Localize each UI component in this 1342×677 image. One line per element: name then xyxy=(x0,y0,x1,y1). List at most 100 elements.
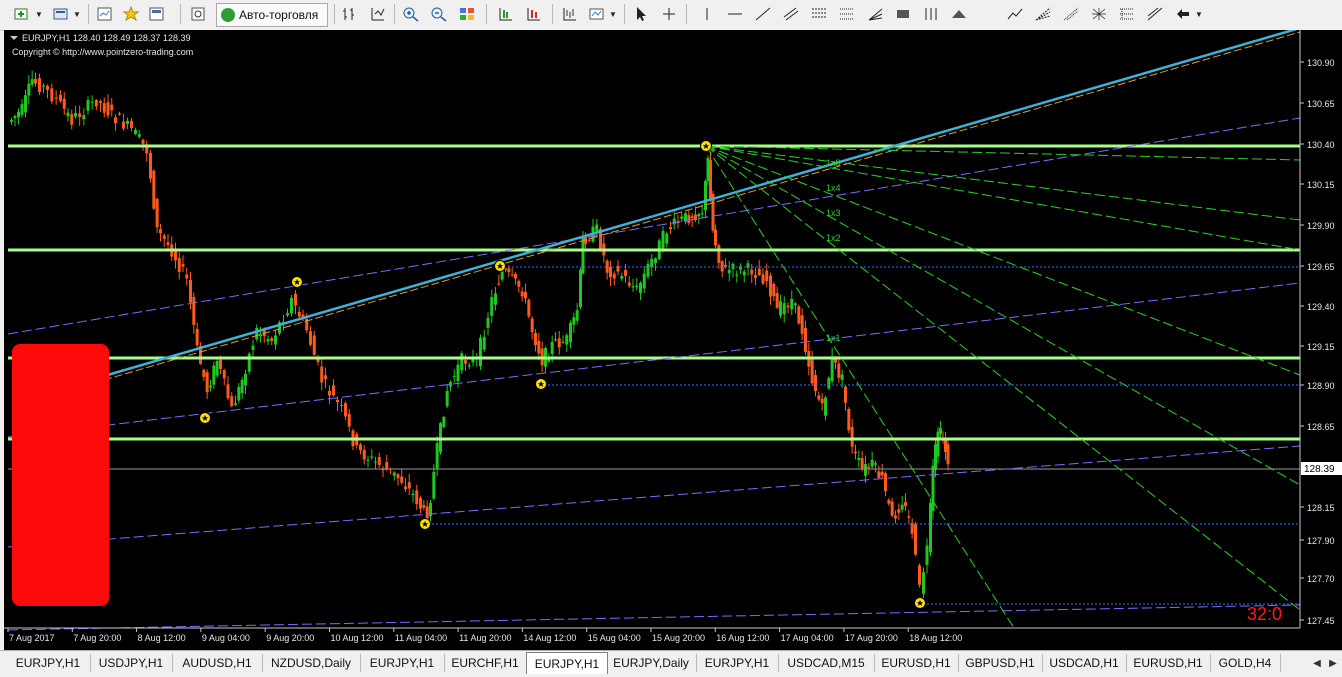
chart-tab[interactable]: EURUSD,H1 xyxy=(874,654,959,672)
swing-point-marker[interactable] xyxy=(914,597,926,609)
candle-body xyxy=(130,120,133,128)
grid-icon[interactable] xyxy=(1088,4,1110,24)
gann-fan-line[interactable] xyxy=(705,145,1301,486)
andrews-pitchfork-icon[interactable] xyxy=(1004,4,1026,24)
candlestick-icon[interactable] xyxy=(366,4,388,24)
cycle-lines-icon[interactable] xyxy=(920,4,942,24)
gann-fan-icon[interactable] xyxy=(864,4,886,24)
horizontal-line-icon[interactable] xyxy=(724,4,746,24)
rectangle-icon[interactable] xyxy=(892,4,914,24)
navigator-icon[interactable] xyxy=(120,4,142,24)
price-chart[interactable]: 1x8 1x4 1x3 1x2 1x1 130.90 130.65 130.40 130.15… xyxy=(4,26,1342,650)
main-trendline[interactable] xyxy=(103,26,1301,378)
tab-scroll-left-icon[interactable]: ◀ xyxy=(1310,656,1324,670)
chevron-down-icon[interactable]: ▼ xyxy=(72,4,82,24)
chart-tab[interactable]: EURJPY,H1 xyxy=(360,654,445,672)
candle-body xyxy=(270,338,274,341)
chart-tab[interactable]: EURCHF,H1 xyxy=(444,654,527,672)
candle-body xyxy=(890,501,894,516)
gann-fan-line[interactable] xyxy=(705,145,1301,376)
chart-tab[interactable]: AUDUSD,H1 xyxy=(172,654,263,672)
trendline-dashed[interactable] xyxy=(103,31,1301,381)
market-watch-icon[interactable] xyxy=(94,4,116,24)
gann-fan-line[interactable] xyxy=(705,145,1301,161)
zoom-out-icon[interactable] xyxy=(428,4,450,24)
gann-fan-line[interactable] xyxy=(705,145,1015,629)
strategy-tester-icon[interactable] xyxy=(188,4,210,24)
chart-tab[interactable]: EURJPY,H1 xyxy=(6,654,91,672)
chevron-down-icon[interactable]: ▼ xyxy=(1194,4,1204,24)
profiles-icon[interactable] xyxy=(50,4,72,24)
terminal-icon[interactable] xyxy=(146,4,168,24)
fibo-expansion-icon[interactable] xyxy=(836,4,858,24)
chart-window[interactable]: 1x8 1x4 1x3 1x2 1x1 130.90 130.65 130.40 130.15… xyxy=(4,26,1342,650)
chevron-down-icon[interactable]: ▼ xyxy=(608,4,618,24)
tab-scroll-right-icon[interactable]: ▶ xyxy=(1326,656,1340,670)
chart-tab[interactable]: GBPUSD,H1 xyxy=(958,654,1043,672)
cursor-icon[interactable] xyxy=(630,4,652,24)
crosshair-icon[interactable] xyxy=(658,4,680,24)
trendline-icon[interactable] xyxy=(752,4,774,24)
templates-icon[interactable] xyxy=(586,4,608,24)
swing-point-marker[interactable] xyxy=(700,140,712,152)
candle-body xyxy=(569,323,572,343)
chart-shift-icon[interactable] xyxy=(494,4,516,24)
candle-body xyxy=(669,227,672,230)
candle-body xyxy=(247,353,251,372)
auto-scroll-icon[interactable] xyxy=(522,4,544,24)
arrow-icon[interactable] xyxy=(1172,4,1194,24)
chart-tab[interactable]: GOLD,H4 xyxy=(1210,654,1281,672)
swing-point-marker[interactable] xyxy=(494,260,506,272)
candle-body xyxy=(907,516,911,518)
channel-line[interactable] xyxy=(7,445,1301,548)
swing-point-marker[interactable] xyxy=(535,378,547,390)
autotrade-button[interactable]: Авто-торговля xyxy=(216,3,328,27)
fibo-fan-icon[interactable] xyxy=(1032,4,1054,24)
vertical-line-icon[interactable] xyxy=(696,4,718,24)
swing-point-marker[interactable] xyxy=(291,276,303,288)
toolbar-separator xyxy=(552,4,553,24)
candle-body xyxy=(27,83,31,96)
gann-fan-line[interactable] xyxy=(705,145,1301,221)
regression-channel-icon[interactable] xyxy=(1144,4,1166,24)
swing-point-marker[interactable] xyxy=(199,412,211,424)
channel-line[interactable] xyxy=(7,604,1301,631)
candle-body xyxy=(166,242,170,245)
candle-body xyxy=(192,297,196,325)
new-chart-icon[interactable] xyxy=(10,4,32,24)
fibo-arcs-icon[interactable] xyxy=(1060,4,1082,24)
channel-line[interactable] xyxy=(7,117,1301,335)
chart-tab[interactable]: USDCAD,M15 xyxy=(778,654,875,672)
candle-body xyxy=(20,104,24,116)
candle-body xyxy=(94,100,98,107)
tile-windows-icon[interactable] xyxy=(456,4,478,24)
gann-fan-label: 1x2 xyxy=(826,233,841,243)
candle-body xyxy=(10,119,13,122)
chevron-down-icon[interactable]: ▼ xyxy=(34,4,44,24)
candle-body xyxy=(464,360,467,364)
swing-point-marker[interactable] xyxy=(419,518,431,530)
gann-fan-line[interactable] xyxy=(705,145,1301,611)
equidistant-channel-icon[interactable] xyxy=(780,4,802,24)
candle-body xyxy=(779,301,782,316)
gann-fan-line[interactable] xyxy=(705,145,1301,251)
bar-chart-icon[interactable] xyxy=(338,4,360,24)
zoom-in-icon[interactable] xyxy=(400,4,422,24)
chart-tab[interactable]: USDCAD,H1 xyxy=(1042,654,1127,672)
chart-tab[interactable]: EURJPY,H1 xyxy=(526,652,608,674)
candle-body xyxy=(324,375,327,380)
chart-tab[interactable]: NZDUSD,Daily xyxy=(262,654,361,672)
periods-icon[interactable] xyxy=(558,4,580,24)
chart-tab[interactable]: USDJPY,H1 xyxy=(90,654,173,672)
fibo-retracement-icon[interactable] xyxy=(808,4,830,24)
trade-panel[interactable] xyxy=(12,344,109,606)
candle-body xyxy=(800,315,804,334)
chart-tab[interactable]: EURUSD,H1 xyxy=(1126,654,1211,672)
chart-tab[interactable]: EURJPY,Daily xyxy=(606,654,697,672)
fibo-timezones-icon[interactable] xyxy=(1116,4,1138,24)
candle-body xyxy=(824,397,827,416)
candle-body xyxy=(30,79,34,85)
triangle-icon[interactable] xyxy=(948,4,970,24)
chart-menu-icon[interactable] xyxy=(10,36,18,40)
chart-tab[interactable]: EURJPY,H1 xyxy=(696,654,779,672)
